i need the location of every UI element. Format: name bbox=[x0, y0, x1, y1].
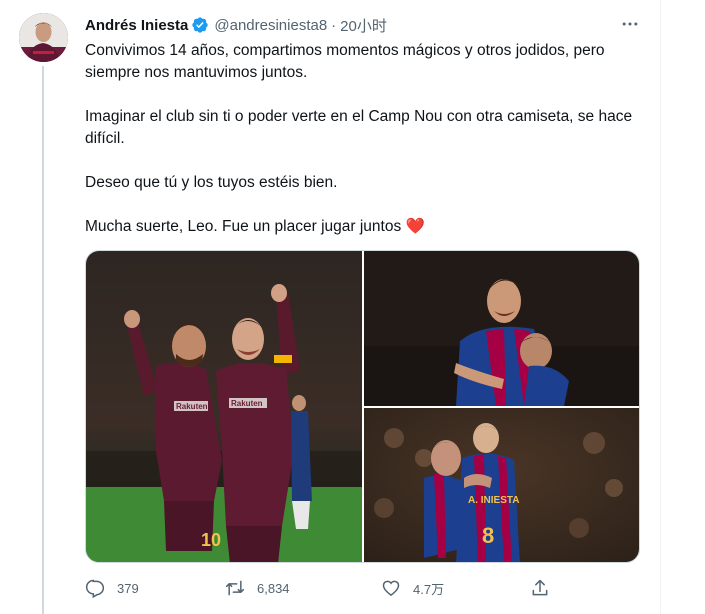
heart-icon bbox=[382, 580, 400, 596]
separator-dot: · bbox=[331, 16, 337, 34]
thread-line bbox=[42, 66, 44, 614]
reply-count: 379 bbox=[117, 580, 139, 596]
tweet-paragraph: Mucha suerte, Leo. Fue un placer jugar j… bbox=[85, 218, 402, 235]
jersey-number-text: 10 bbox=[201, 530, 221, 550]
photo-hug-night[interactable] bbox=[364, 251, 639, 406]
jersey-number-text: 8 bbox=[482, 523, 494, 548]
red-heart-emoji: ❤️ bbox=[405, 218, 425, 235]
retweet-icon bbox=[225, 580, 245, 596]
like-button[interactable]: 4.7万 bbox=[381, 575, 444, 601]
retweet-count: 6,834 bbox=[257, 580, 290, 596]
more-options-icon[interactable] bbox=[618, 12, 642, 36]
photo-hug-crowd[interactable]: A. INIESTA 8 bbox=[364, 408, 639, 562]
reply-icon bbox=[85, 579, 105, 598]
like-count: 4.7万 bbox=[413, 581, 445, 597]
right-sidebar bbox=[661, 0, 705, 614]
author-name[interactable]: Andrés Iniesta bbox=[85, 17, 188, 34]
tweet-paragraph: Imaginar el club sin ti o poder verte en… bbox=[85, 108, 633, 147]
photo-celebration[interactable]: Rakuten 10 Rakuten bbox=[86, 251, 362, 562]
jersey-sponsor-text: Rakuten bbox=[231, 399, 263, 408]
retweet-button[interactable]: 6,834 bbox=[225, 575, 290, 601]
author-handle[interactable]: @andresiniesta8 bbox=[214, 17, 327, 34]
tweet-paragraph: Convivimos 14 años, compartimos momentos… bbox=[85, 42, 605, 81]
tweet-card[interactable]: Andrés Iniesta @andresiniesta8 · 20小时 Co… bbox=[0, 0, 660, 614]
tweet-actions: 379 6,834 4.7万 bbox=[85, 575, 645, 601]
tweet-timestamp[interactable]: 20小时 bbox=[340, 15, 387, 36]
share-button[interactable] bbox=[530, 575, 562, 601]
avatar[interactable] bbox=[19, 13, 68, 62]
tweet-header: Andrés Iniesta @andresiniesta8 · 20小时 bbox=[85, 14, 387, 36]
verified-badge-icon bbox=[191, 16, 209, 34]
reply-button[interactable]: 379 bbox=[85, 575, 139, 601]
tweet-paragraph-last: Mucha suerte, Leo. Fue un placer jugar j… bbox=[85, 216, 645, 238]
jersey-sponsor-text: Rakuten bbox=[176, 402, 208, 411]
jersey-name-text: A. INIESTA bbox=[468, 495, 519, 506]
share-icon bbox=[532, 579, 548, 596]
tweet-paragraph: Deseo que tú y los tuyos estéis bien. bbox=[85, 174, 338, 191]
media-grid: Rakuten 10 Rakuten A. INIESTA 8 bbox=[85, 250, 640, 563]
